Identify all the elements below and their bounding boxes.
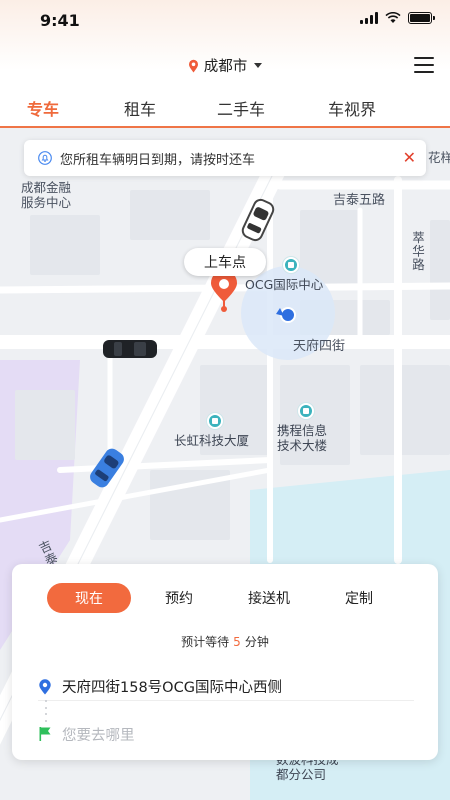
tab-car-vision[interactable]: 车视界 [328, 96, 376, 120]
wifi-icon [385, 12, 401, 23]
poi-building-icon[interactable] [207, 413, 223, 429]
city-name: 成都市 [203, 59, 248, 75]
poi-label-finance-center: 成都金融 服务中心 [21, 180, 72, 210]
battery-icon [408, 12, 435, 24]
status-bar: 9:41 [0, 0, 450, 44]
tab-car-rental[interactable]: 租车 [124, 96, 156, 120]
pickup-address-text: 天府四街158号OCG国际中心西侧 [62, 680, 282, 696]
close-icon[interactable]: ✕ [403, 150, 416, 166]
service-tabs: 专车 租车 二手车 车视界 [0, 96, 450, 128]
wait-prefix: 预计等待 [181, 635, 230, 649]
road-label-jitai-5th: 吉泰五路 [333, 193, 386, 208]
location-pin-icon [188, 59, 198, 72]
road-label-cuihua: 萃华路 [410, 231, 425, 272]
road-label-tianfu-4th: 天府四街 [293, 339, 346, 354]
mode-now-button[interactable]: 现在 [47, 583, 131, 613]
menu-icon [414, 57, 434, 59]
bell-icon [38, 151, 52, 165]
chevron-down-icon [254, 63, 263, 68]
rental-expiry-notice: 您所租车辆明日到期，请按时还车 ✕ [24, 140, 426, 176]
ride-mode-tabs: 现在 预约 接送机 定制 [12, 583, 438, 613]
tab-premium-car[interactable]: 专车 [27, 96, 59, 120]
wait-minutes: 5 [233, 635, 241, 649]
poi-building-icon[interactable] [283, 257, 299, 273]
poi-building-icon[interactable] [298, 403, 314, 419]
destination-input[interactable]: 您要去哪里 [38, 720, 414, 748]
status-icons [360, 12, 435, 24]
notice-text: 您所租车辆明日到期，请按时还车 [60, 152, 256, 168]
wait-suffix: 分钟 [244, 635, 269, 649]
mode-custom-button[interactable]: 定制 [345, 583, 373, 613]
pickup-point-bubble[interactable]: 上车点 [184, 248, 266, 276]
status-time: 9:41 [40, 11, 80, 30]
blue-pin-icon [39, 678, 51, 694]
poi-label-ocg-center[interactable]: OCG国际中心 [245, 277, 323, 292]
mode-airport-button[interactable]: 接送机 [248, 583, 290, 613]
city-selector[interactable]: 成都市 [0, 55, 450, 76]
estimated-wait: 预计等待 5 分钟 [12, 633, 438, 650]
tab-used-car[interactable]: 二手车 [217, 96, 265, 120]
green-flag-icon [39, 727, 51, 741]
poi-label-ctrip[interactable]: 携程信息 技术大楼 [277, 423, 327, 453]
poi-label-changhong[interactable]: 长虹科技大厦 [174, 433, 249, 448]
route-dots [45, 700, 47, 722]
pickup-address-field[interactable]: 天府四街158号OCG国际中心西侧 [38, 673, 414, 701]
mode-reserve-button[interactable]: 预约 [165, 583, 193, 613]
poi-label-partial-top-right: 花样 [428, 150, 450, 165]
destination-placeholder: 您要去哪里 [62, 727, 135, 744]
ride-request-panel: 现在 预约 接送机 定制 预计等待 5 分钟 天府四街158号OCG国际中心西侧 您… [12, 564, 438, 760]
menu-button[interactable] [414, 57, 434, 73]
top-bar: 9:41 成都市 专车 租车 二手车 车视界 [0, 0, 450, 128]
cellular-signal-icon [360, 12, 378, 24]
car-black [103, 340, 157, 358]
tab-divider [0, 126, 450, 128]
